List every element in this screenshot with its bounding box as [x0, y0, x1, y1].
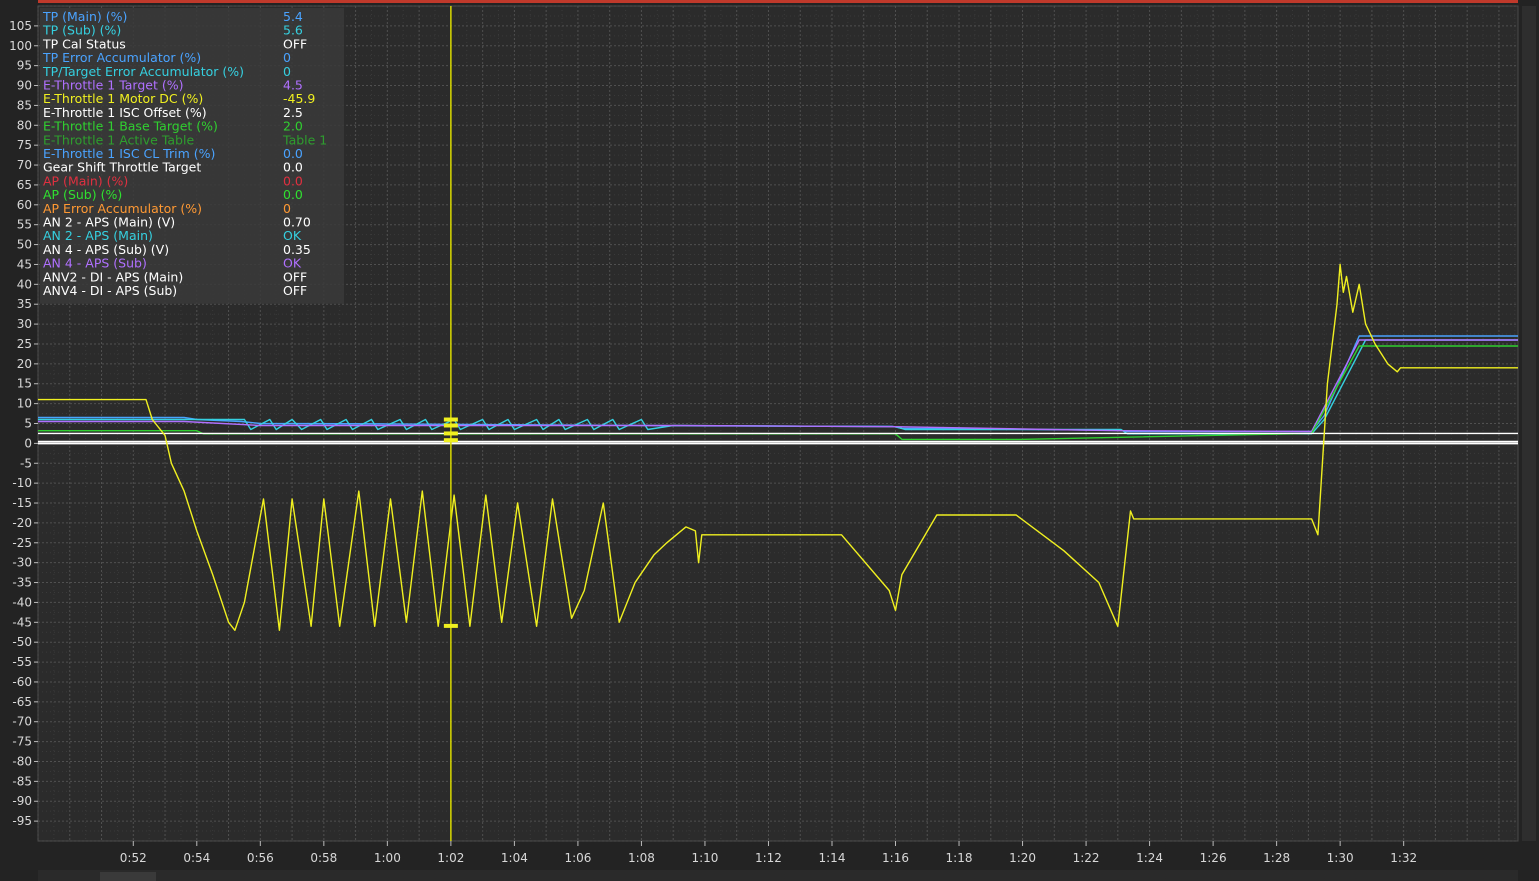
- cursor-marker: [443, 431, 458, 436]
- y-tick-label: 5: [24, 417, 32, 431]
- y-tick-label: -35: [12, 576, 32, 590]
- x-tick-label: 1:26: [1200, 851, 1227, 865]
- y-tick-label: -25: [12, 536, 32, 550]
- bottom-scrollbar-thumb[interactable]: [100, 872, 156, 881]
- y-tick-label: 0: [24, 436, 32, 450]
- x-tick-label: 1:04: [501, 851, 528, 865]
- cursor-marker: [443, 423, 458, 428]
- y-tick-label: -75: [12, 735, 32, 749]
- x-tick-label: 1:32: [1390, 851, 1417, 865]
- y-tick-label: 55: [17, 218, 32, 232]
- y-tick-label: 105: [9, 19, 32, 33]
- y-tick-label: 45: [17, 257, 32, 271]
- y-tick-label: -40: [12, 595, 32, 609]
- bottom-scrollbar[interactable]: [38, 870, 1518, 881]
- y-tick-label: 20: [17, 357, 32, 371]
- legend-label: ANV4 - DI - APS (Sub): [43, 283, 177, 298]
- x-tick-label: 1:30: [1327, 851, 1354, 865]
- y-tick-label: 30: [17, 317, 32, 331]
- top-accent-bar: [38, 0, 1518, 3]
- y-tick-label: -60: [12, 675, 32, 689]
- x-tick-label: 1:22: [1073, 851, 1100, 865]
- y-tick-label: -20: [12, 516, 32, 530]
- x-tick-label: 0:54: [183, 851, 210, 865]
- y-tick-label: 70: [17, 158, 32, 172]
- legend-panel: TP (Main) (%) 5.4TP (Sub) (%) 5.6TP Cal St…: [40, 8, 344, 304]
- y-tick-label: -45: [12, 615, 32, 629]
- right-scrollbar[interactable]: [1522, 6, 1536, 841]
- y-tick-label: 25: [17, 337, 32, 351]
- y-tick-label: -65: [12, 695, 32, 709]
- y-tick-label: 80: [17, 118, 32, 132]
- cursor-marker: [443, 417, 458, 422]
- y-tick-label: -10: [12, 476, 32, 490]
- y-tick-label: 100: [9, 39, 32, 53]
- y-tick-label: 85: [17, 98, 32, 112]
- y-tick-label: 90: [17, 79, 32, 93]
- y-tick-label: -90: [12, 794, 32, 808]
- x-tick-label: 1:12: [755, 851, 782, 865]
- y-tick-label: 40: [17, 277, 32, 291]
- y-tick-label: 95: [17, 59, 32, 73]
- y-tick-label: -70: [12, 715, 32, 729]
- x-tick-label: 1:20: [1009, 851, 1036, 865]
- chart-svg: 1051009590858075706560555045403530252015…: [0, 0, 1539, 881]
- y-tick-label: 35: [17, 297, 32, 311]
- x-tick-label: 1:28: [1263, 851, 1290, 865]
- x-tick-label: 1:16: [882, 851, 909, 865]
- y-tick-label: -80: [12, 754, 32, 768]
- cursor-marker: [443, 623, 458, 628]
- y-tick-label: -30: [12, 556, 32, 570]
- y-tick-label: -95: [12, 814, 32, 828]
- x-tick-label: 1:08: [628, 851, 655, 865]
- x-tick-label: 1:06: [564, 851, 591, 865]
- y-tick-label: -5: [20, 456, 32, 470]
- y-tick-label: 65: [17, 178, 32, 192]
- x-tick-label: 1:10: [691, 851, 718, 865]
- y-tick-label: 10: [17, 397, 32, 411]
- y-tick-label: -50: [12, 635, 32, 649]
- x-tick-label: 1:24: [1136, 851, 1163, 865]
- y-tick-label: -15: [12, 496, 32, 510]
- y-tick-label: 15: [17, 377, 32, 391]
- x-tick-label: 1:00: [374, 851, 401, 865]
- legend-value: OFF: [283, 283, 307, 298]
- x-tick-label: 1:02: [437, 851, 464, 865]
- x-tick-label: 0:58: [310, 851, 337, 865]
- y-tick-label: 75: [17, 138, 32, 152]
- y-tick-label: 60: [17, 198, 32, 212]
- x-tick-label: 0:56: [247, 851, 274, 865]
- cursor-marker: [443, 438, 458, 443]
- x-tick-label: 1:18: [946, 851, 973, 865]
- y-tick-label: -85: [12, 774, 32, 788]
- x-tick-label: 1:14: [819, 851, 846, 865]
- y-tick-label: -55: [12, 655, 32, 669]
- y-tick-label: 50: [17, 238, 32, 252]
- x-tick-label: 0:52: [120, 851, 147, 865]
